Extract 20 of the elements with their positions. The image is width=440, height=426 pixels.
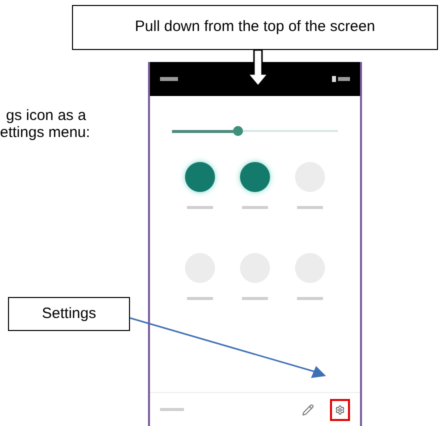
blurred-label xyxy=(186,297,213,300)
callout-box: Settings xyxy=(8,297,130,331)
blurred-status-text xyxy=(338,77,350,81)
edit-icon[interactable] xyxy=(302,404,314,416)
instruction-text: gs icon as a xyxy=(5,107,88,124)
quick-setting-toggle[interactable] xyxy=(184,162,215,192)
blurred-label xyxy=(160,408,184,411)
blurred-label xyxy=(242,297,268,300)
settings-icon[interactable] xyxy=(335,404,345,414)
blurred-label xyxy=(297,297,324,300)
slider-thumb[interactable] xyxy=(233,126,244,136)
battery-icon xyxy=(332,76,336,82)
brightness-slider[interactable] xyxy=(172,126,338,136)
blurred-label xyxy=(297,206,324,209)
instruction-text: ettings menu: xyxy=(0,124,90,141)
blurred-label xyxy=(242,206,268,209)
blurred-label xyxy=(186,206,213,209)
blurred-status-text xyxy=(160,77,178,81)
callout-box: Pull down from the top of the screen xyxy=(72,5,438,50)
quick-setting-toggle[interactable] xyxy=(240,162,270,192)
